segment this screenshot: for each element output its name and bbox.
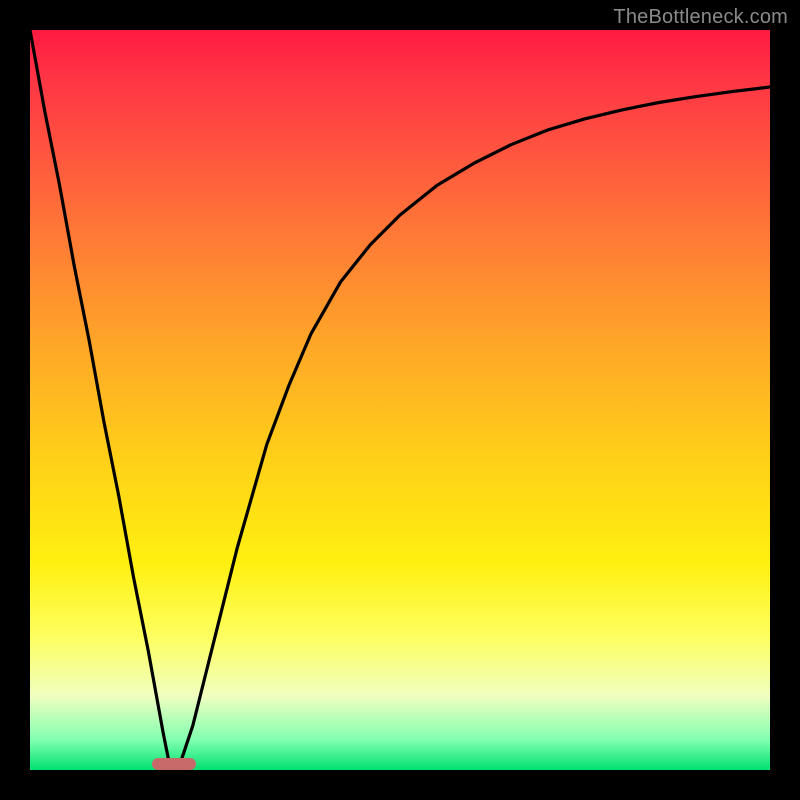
bottleneck-curve [30,30,770,770]
watermark-text: TheBottleneck.com [613,6,788,29]
plot-area [30,30,770,770]
chart-frame: TheBottleneck.com [0,0,800,800]
curve-path [30,30,770,770]
optimal-marker [152,758,196,770]
